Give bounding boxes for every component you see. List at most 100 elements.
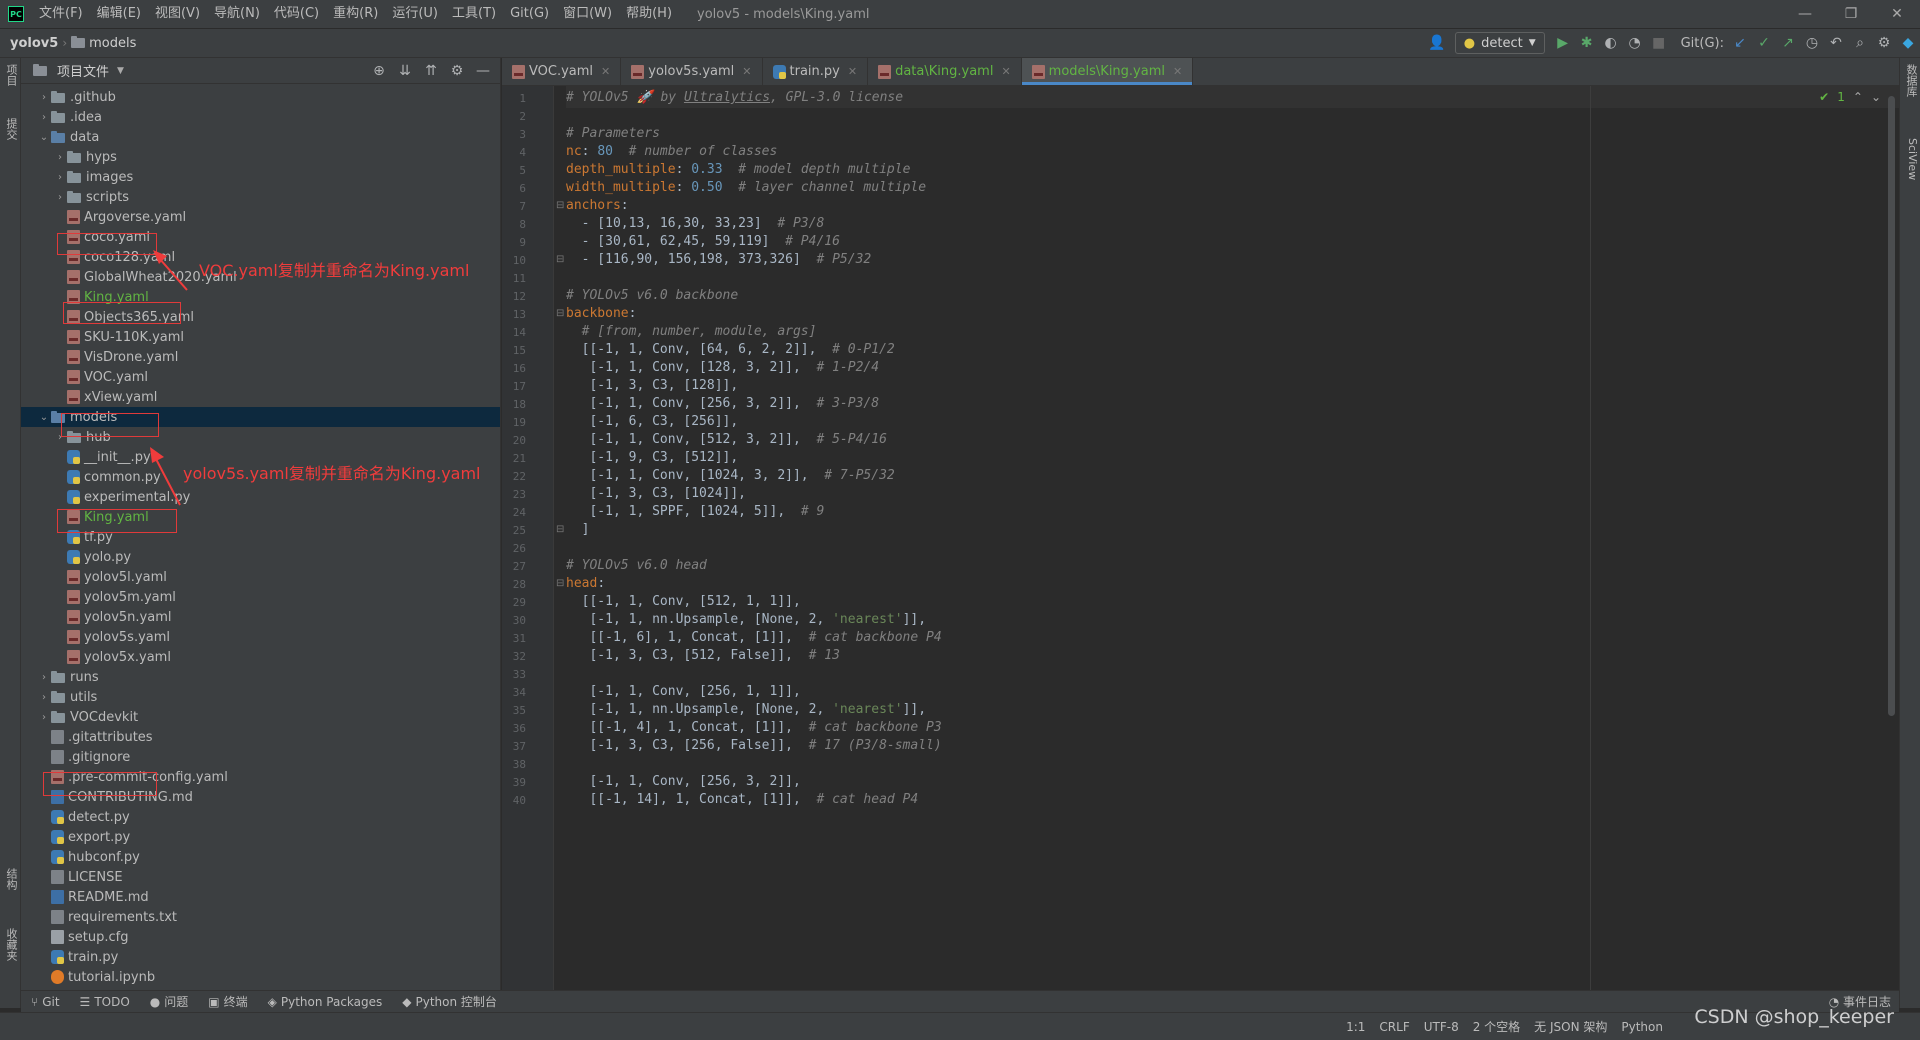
close-tab-icon[interactable]: ✕ [1173,65,1182,78]
menu-item[interactable]: 代码(C) [267,0,326,28]
git-update-icon[interactable]: ↙ [1728,31,1752,55]
tree-file[interactable]: LICENSE [21,867,500,887]
code-editor[interactable]: 1 2 3 4 5 6 7 8 9 10 11 12 13 14 15 16 17 18 19 20 21 22 23 24 2… [502,86,1899,992]
tree-folder[interactable]: › .idea [21,107,500,127]
fold-marker-icon[interactable]: ⊟ [556,524,564,535]
close-window-button[interactable]: ✕ [1874,0,1920,28]
tree-file[interactable]: yolov5s.yaml [21,627,500,647]
tree-file[interactable]: .gitignore [21,747,500,767]
json-schema[interactable]: 无 JSON 架构 [1527,1018,1614,1035]
chevron-right-icon[interactable]: › [37,112,51,123]
tree-file[interactable]: setup.cfg [21,927,500,947]
tree-folder[interactable]: › images [21,167,500,187]
chevron-right-icon[interactable]: › [53,172,67,183]
chevron-right-icon[interactable]: › [37,692,51,703]
debug-icon[interactable]: ✱ [1575,31,1599,55]
menu-item[interactable]: 工具(T) [445,0,503,28]
bottom-tool-git[interactable]: ⑂ Git [21,995,70,1009]
tree-folder[interactable]: › runs [21,667,500,687]
chevron-down-icon[interactable]: ▼ [117,66,124,76]
profile-icon[interactable]: ◔ [1623,31,1647,55]
database-tool-tab[interactable]: 数据库 [1902,64,1919,97]
breadcrumb-project[interactable]: yolov5 [0,36,62,51]
stop-icon[interactable]: ■ [1647,31,1671,55]
rollback-icon[interactable]: ↶ [1824,31,1848,55]
menu-item[interactable]: 重构(R) [326,0,385,28]
fold-marker-icon[interactable]: ⊟ [556,254,564,265]
menu-item[interactable]: 文件(F) [32,0,90,28]
fold-marker-icon[interactable]: ⊟ [556,200,564,211]
expand-all-icon[interactable]: ⇊ [392,63,418,79]
history-icon[interactable]: ◷ [1800,31,1824,55]
favorites-tool-tab[interactable]: 收藏夹 [2,928,19,961]
run-config-select[interactable]: ● detect ▼ [1454,32,1545,54]
tree-file[interactable]: yolov5l.yaml [21,567,500,587]
hide-panel-icon[interactable]: — [470,63,496,79]
tree-file[interactable]: SKU-110K.yaml [21,327,500,347]
previous-highlight-icon[interactable]: ⌃ [1853,90,1863,104]
chevron-right-icon[interactable]: › [53,192,67,203]
bottom-tool-console[interactable]: ◆ Python 控制台 [392,993,507,1010]
editor-tab[interactable]: train.py ✕ [763,58,869,85]
tree-folder[interactable]: › VOCdevkit [21,707,500,727]
bottom-tool-packages[interactable]: ◈ Python Packages [258,995,393,1009]
sciview-tool-tab[interactable]: SciView [1902,138,1919,180]
coverage-icon[interactable]: ◐ [1599,31,1623,55]
fold-marker-icon[interactable]: ⊟ [556,578,564,589]
tree-file[interactable]: yolo.py [21,547,500,567]
chevron-right-icon[interactable]: › [37,712,51,723]
settings-gear-icon[interactable]: ⚙ [1872,31,1896,55]
chevron-down-icon[interactable]: ⌄ [37,132,51,143]
bottom-tool-todo[interactable]: ☰ TODO [70,995,140,1009]
menu-item[interactable]: 编辑(E) [90,0,148,28]
menu-item[interactable]: 帮助(H) [619,0,679,28]
chevron-right-icon[interactable]: › [37,672,51,683]
restore-button[interactable]: ❐ [1828,0,1874,28]
close-tab-icon[interactable]: ✕ [601,65,610,78]
bottom-tool-problems[interactable]: ● 问题 [140,993,199,1010]
tree-folder[interactable]: › utils [21,687,500,707]
tree-folder[interactable]: › hyps [21,147,500,167]
tree-file[interactable]: requirements.txt [21,907,500,927]
editor-tab[interactable]: VOC.yaml ✕ [502,58,622,85]
search-icon[interactable]: ⌕ [1848,31,1872,55]
tree-file[interactable]: train.py [21,947,500,967]
tree-file[interactable]: tutorial.ipynb [21,967,500,987]
close-tab-icon[interactable]: ✕ [848,65,857,78]
panel-settings-icon[interactable]: ⚙ [444,63,470,79]
chevron-right-icon[interactable]: › [53,152,67,163]
chevron-down-icon[interactable]: ⌄ [37,412,51,423]
indent-setting[interactable]: 2 个空格 [1466,1018,1527,1035]
tree-file[interactable]: xView.yaml [21,387,500,407]
tree-file[interactable]: hubconf.py [21,847,500,867]
close-tab-icon[interactable]: ✕ [742,65,751,78]
bottom-tool-terminal[interactable]: ▣ 终端 [198,993,257,1010]
tree-file[interactable]: experimental.py [21,487,500,507]
tree-file[interactable]: VisDrone.yaml [21,347,500,367]
code-area[interactable]: # YOLOv5 🚀 by Ultralytics, GPL-3.0 licen… [566,86,1899,992]
tree-file[interactable]: yolov5m.yaml [21,587,500,607]
tree-file[interactable]: Argoverse.yaml [21,207,500,227]
tree-file[interactable]: .gitattributes [21,727,500,747]
user-icon[interactable]: 👤 [1425,31,1449,55]
locate-icon[interactable]: ⊕ [366,63,392,79]
menu-item[interactable]: 窗口(W) [556,0,619,28]
python-interpreter[interactable]: Python [1614,1020,1670,1034]
tree-file[interactable]: yolov5x.yaml [21,647,500,667]
editor-tab[interactable]: data\King.yaml ✕ [868,58,1022,85]
git-commit-icon[interactable]: ✓ [1752,31,1776,55]
line-separator[interactable]: CRLF [1372,1020,1416,1034]
commit-tool-tab[interactable]: 提交 [2,118,19,140]
close-tab-icon[interactable]: ✕ [1001,65,1010,78]
breadcrumb-folder[interactable]: models [67,36,140,51]
next-highlight-icon[interactable]: ⌄ [1871,90,1881,104]
run-icon[interactable]: ▶ [1551,31,1575,55]
inspection-widget[interactable]: ✔ 1 ⌃ ⌄ [1819,90,1881,104]
plugin-icon[interactable]: ◆ [1896,31,1920,55]
tree-file[interactable]: README.md [21,887,500,907]
menu-item[interactable]: Git(G) [503,0,556,28]
chevron-right-icon[interactable]: › [37,92,51,103]
tree-file[interactable]: VOC.yaml [21,367,500,387]
editor-tab[interactable]: yolov5s.yaml ✕ [621,58,763,85]
tree-file[interactable]: yolov5n.yaml [21,607,500,627]
